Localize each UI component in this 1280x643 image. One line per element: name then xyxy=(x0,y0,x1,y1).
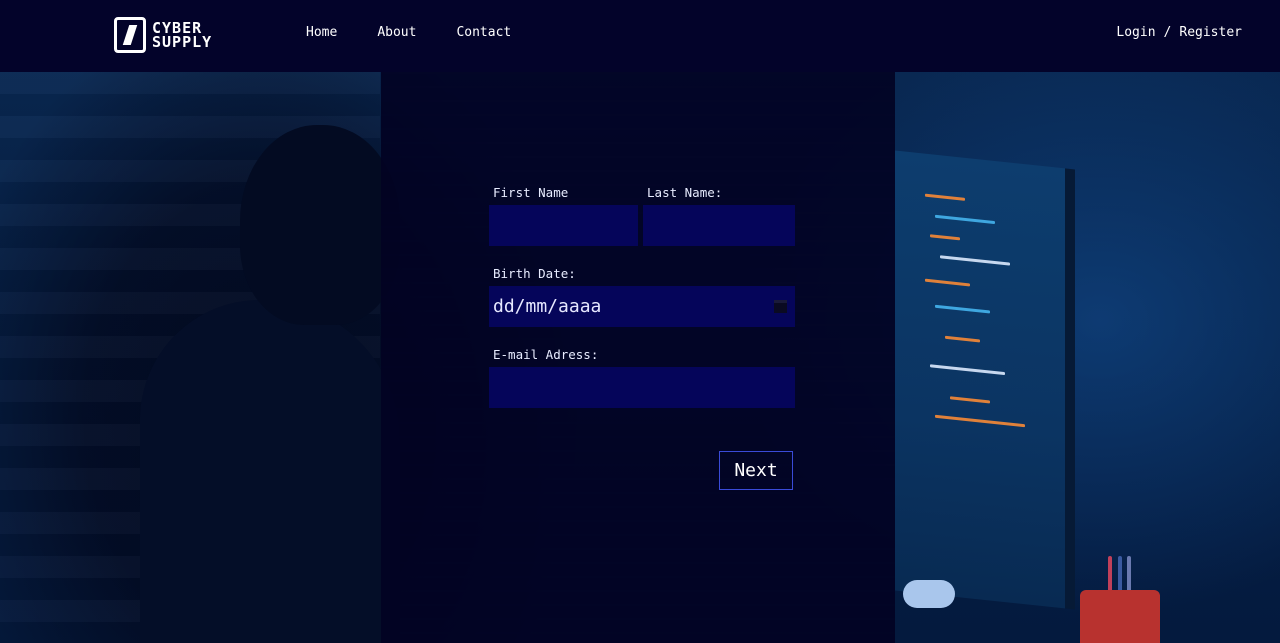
signup-form: First Name Last Name: Birth Date: E-mail… xyxy=(489,185,795,428)
nav-home-link[interactable]: Home xyxy=(306,25,337,40)
background-mouse xyxy=(903,580,955,608)
background-monitor xyxy=(895,150,1075,610)
auth-links: Login / Register xyxy=(1116,25,1242,40)
nav-about-link[interactable]: About xyxy=(377,25,416,40)
main-nav: Home About Contact xyxy=(306,25,551,40)
first-name-input[interactable] xyxy=(489,205,639,246)
name-row: First Name Last Name: xyxy=(489,185,795,246)
background-person-head xyxy=(240,125,400,325)
register-link[interactable]: Register xyxy=(1179,25,1242,40)
email-input[interactable] xyxy=(489,367,795,408)
email-label: E-mail Adress: xyxy=(493,347,599,362)
site-header: CYBER SUPPLY Home About Contact Login / … xyxy=(0,0,1280,72)
birth-date-input[interactable] xyxy=(489,286,795,327)
logo-line-2: SUPPLY xyxy=(152,33,213,51)
email-group: E-mail Adress: xyxy=(489,347,795,408)
last-name-group: Last Name: xyxy=(643,185,795,246)
birth-date-label: Birth Date: xyxy=(493,266,576,281)
login-link[interactable]: Login xyxy=(1116,25,1155,40)
auth-separator: / xyxy=(1163,25,1172,40)
first-name-label: First Name xyxy=(493,185,569,200)
birth-date-group: Birth Date: xyxy=(489,266,795,327)
logo-wordmark: CYBER SUPPLY xyxy=(152,21,213,51)
last-name-input[interactable] xyxy=(643,205,795,246)
nav-contact-link[interactable]: Contact xyxy=(456,25,511,40)
brand-logo[interactable]: CYBER SUPPLY xyxy=(114,16,214,54)
birth-date-wrap xyxy=(489,286,795,327)
first-name-group: First Name xyxy=(489,185,639,246)
lightning-bolt-icon xyxy=(114,17,146,53)
background-person-body xyxy=(140,300,400,643)
last-name-label: Last Name: xyxy=(647,185,723,200)
calendar-icon[interactable] xyxy=(774,300,787,313)
next-button[interactable]: Next xyxy=(719,451,793,490)
background-mug xyxy=(1080,590,1160,643)
